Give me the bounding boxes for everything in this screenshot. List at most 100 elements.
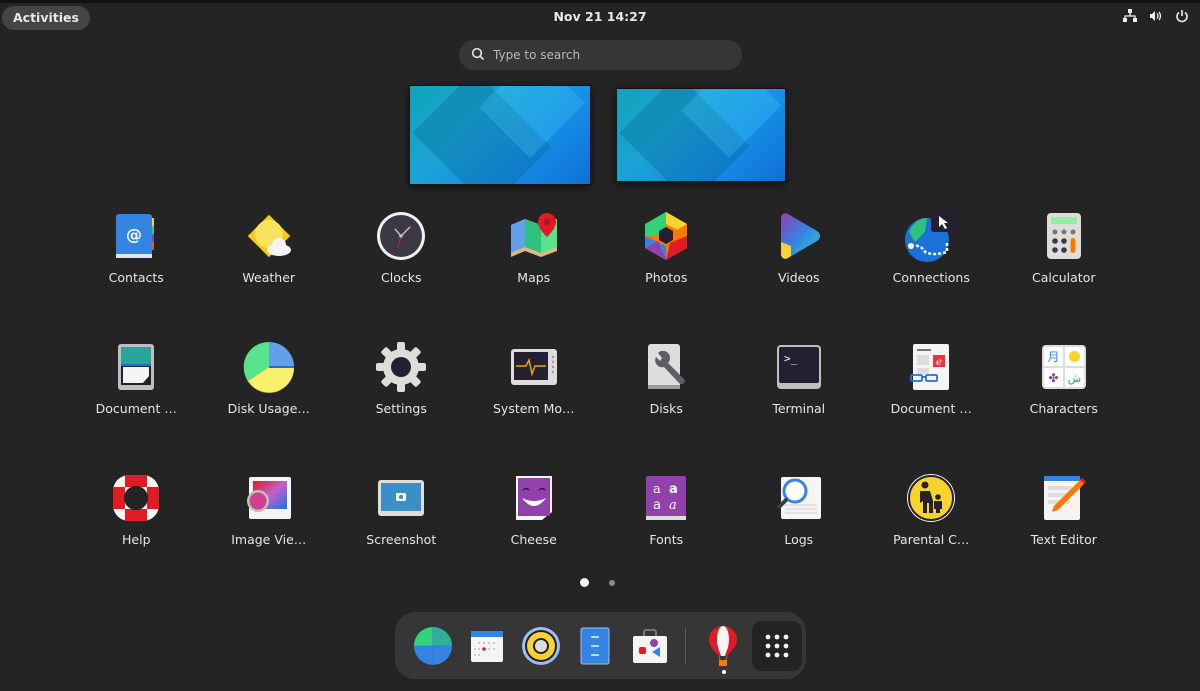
connections-icon xyxy=(903,208,959,264)
app-weather[interactable]: Weather xyxy=(203,208,336,339)
app-label: Maps xyxy=(517,270,551,285)
app-disks[interactable]: Disks xyxy=(600,339,733,470)
app-characters[interactable]: 月 ✤ ش Characters xyxy=(998,339,1131,470)
page-indicator xyxy=(580,578,615,587)
music-speaker-icon xyxy=(522,626,561,665)
app-system-monitor[interactable]: System Mo… xyxy=(468,339,601,470)
weather-icon xyxy=(241,208,297,264)
volume-icon[interactable] xyxy=(1148,8,1164,24)
logs-icon xyxy=(771,470,827,526)
app-settings[interactable]: Settings xyxy=(335,339,468,470)
app-label: Settings xyxy=(375,401,427,416)
app-label: Disks xyxy=(649,401,683,416)
network-wired-icon[interactable] xyxy=(1122,8,1138,24)
app-label: Text Editor xyxy=(1030,532,1097,547)
app-videos[interactable]: Videos xyxy=(733,208,866,339)
settings-icon xyxy=(373,339,429,395)
app-fonts[interactable]: aaaa Fonts xyxy=(600,470,733,601)
app-label: System Mo… xyxy=(492,401,575,416)
svg-text:>_: >_ xyxy=(784,352,798,365)
app-label: Help xyxy=(122,532,151,547)
calculator-icon xyxy=(1036,208,1092,264)
document-viewer-icon: e xyxy=(903,339,959,395)
app-logs[interactable]: Logs xyxy=(733,470,866,601)
photos-icon xyxy=(638,208,694,264)
app-text-editor[interactable]: Text Editor xyxy=(998,470,1131,601)
hot-air-balloon-icon xyxy=(708,625,737,666)
clock-date[interactable]: Nov 21 14:27 xyxy=(0,9,1200,24)
app-maps[interactable]: Maps xyxy=(468,208,601,339)
search-bar[interactable] xyxy=(459,40,742,70)
app-grid: @ Contacts Weather Clocks Maps Photos Vi… xyxy=(70,208,1130,601)
cheese-icon xyxy=(506,470,562,526)
app-screenshot[interactable]: Screenshot xyxy=(335,470,468,601)
app-help[interactable]: Help xyxy=(70,470,203,601)
app-label: Weather xyxy=(242,270,296,285)
system-monitor-icon xyxy=(506,339,562,395)
app-label: Fonts xyxy=(649,532,684,547)
dock-files[interactable] xyxy=(570,620,620,672)
app-label: Screenshot xyxy=(366,532,437,547)
svg-text:月: 月 xyxy=(1047,350,1059,364)
dock-music[interactable] xyxy=(516,620,566,672)
app-image-viewer[interactable]: Image Vie… xyxy=(203,470,336,601)
app-document-scanner[interactable]: Document … xyxy=(70,339,203,470)
dock-separator xyxy=(684,626,686,665)
app-calculator[interactable]: Calculator xyxy=(998,208,1131,339)
app-terminal[interactable]: >_ Terminal xyxy=(733,339,866,470)
workspace-thumbnail-2[interactable] xyxy=(616,88,786,182)
app-contacts[interactable]: @ Contacts xyxy=(70,208,203,339)
svg-text:✤: ✤ xyxy=(1048,371,1058,385)
maps-icon xyxy=(506,208,562,264)
calendar-icon xyxy=(471,630,504,662)
app-label: Calculator xyxy=(1032,270,1096,285)
app-label: Connections xyxy=(892,270,970,285)
browser-globe-icon xyxy=(414,626,453,665)
svg-text:@: @ xyxy=(126,225,142,244)
search-input[interactable] xyxy=(493,48,723,62)
text-editor-icon xyxy=(1036,470,1092,526)
page-dot-1-active[interactable] xyxy=(580,578,589,587)
dock-balloon-app[interactable] xyxy=(698,620,748,674)
svg-text:a: a xyxy=(653,482,661,497)
svg-text:a: a xyxy=(653,498,661,513)
app-label: Logs xyxy=(784,532,814,547)
parental-controls-icon xyxy=(903,470,959,526)
app-label: Disk Usage… xyxy=(227,401,310,416)
videos-icon xyxy=(771,208,827,264)
app-document-viewer[interactable]: e Document … xyxy=(865,339,998,470)
page-dot-2[interactable] xyxy=(609,579,615,586)
dock-software[interactable] xyxy=(625,620,675,672)
search-icon xyxy=(471,46,485,65)
app-clocks[interactable]: Clocks xyxy=(335,208,468,339)
app-connections[interactable]: Connections xyxy=(865,208,998,339)
app-label: Characters xyxy=(1029,401,1098,416)
disk-usage-icon xyxy=(241,339,297,395)
app-label: Photos xyxy=(645,270,688,285)
terminal-icon: >_ xyxy=(771,339,827,395)
image-viewer-icon xyxy=(241,470,297,526)
app-label: Contacts xyxy=(108,270,164,285)
disks-icon xyxy=(638,339,694,395)
svg-text:e: e xyxy=(936,357,942,368)
app-photos[interactable]: Photos xyxy=(600,208,733,339)
app-label: Terminal xyxy=(772,401,826,416)
app-parental-controls[interactable]: Parental C… xyxy=(865,470,998,601)
dock-calendar[interactable] xyxy=(462,620,512,672)
fonts-icon: aaaa xyxy=(638,470,694,526)
top-bar: Activities Nov 21 14:27 xyxy=(0,0,1200,34)
power-icon[interactable] xyxy=(1174,8,1190,24)
show-applications-button[interactable] xyxy=(751,620,802,671)
system-status-area[interactable] xyxy=(1122,8,1190,24)
app-label: Clocks xyxy=(381,270,422,285)
app-disk-usage[interactable]: Disk Usage… xyxy=(203,339,336,470)
running-indicator xyxy=(721,669,726,674)
app-label: Document … xyxy=(890,401,972,416)
app-label: Cheese xyxy=(510,532,557,547)
app-label: Document … xyxy=(95,401,177,416)
clocks-icon xyxy=(373,208,429,264)
workspace-thumbnail-1[interactable] xyxy=(409,85,591,185)
help-icon xyxy=(108,470,164,526)
contacts-icon: @ xyxy=(108,208,164,264)
dock-browser[interactable] xyxy=(408,620,458,672)
